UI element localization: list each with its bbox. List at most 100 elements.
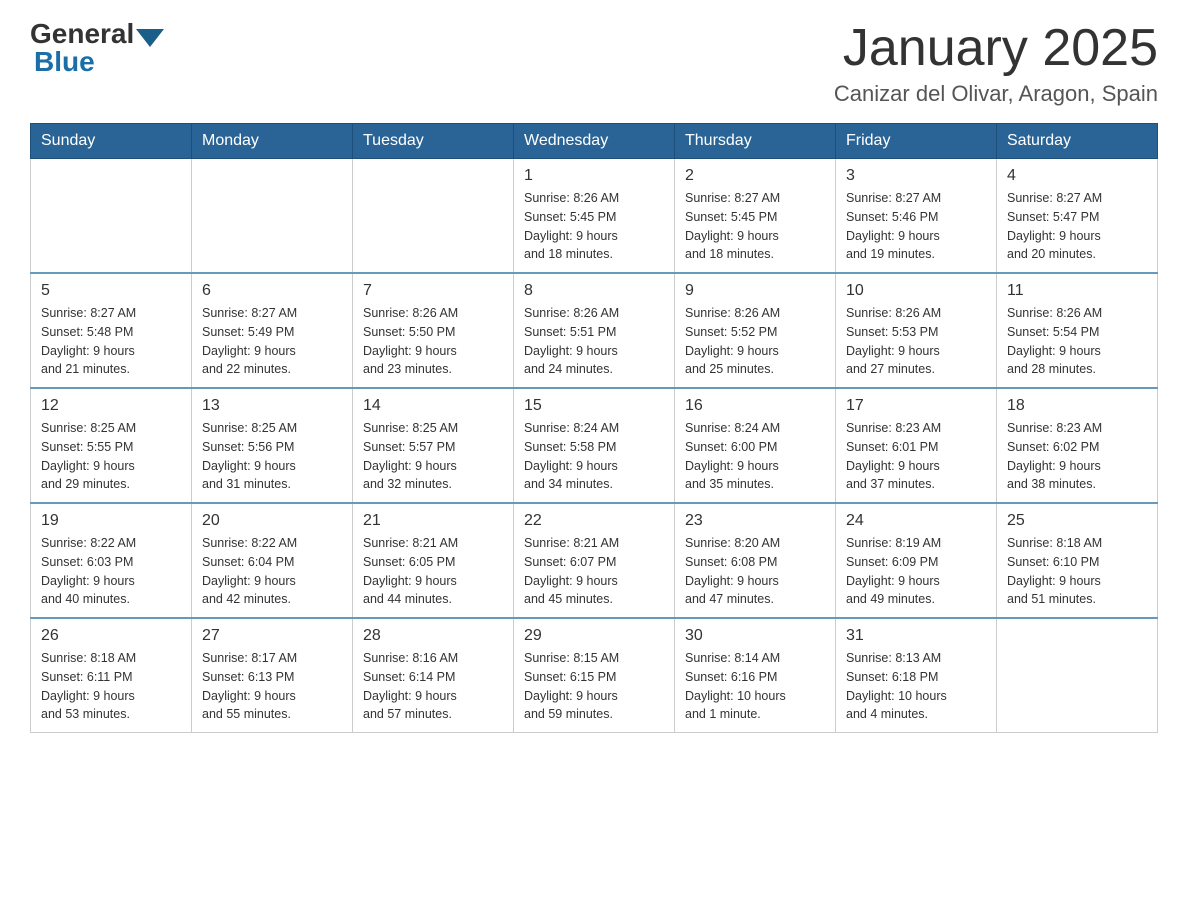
day-info: Sunrise: 8:26 AM Sunset: 5:52 PM Dayligh… bbox=[685, 304, 825, 379]
calendar-cell: 25 Sunrise: 8:18 AM Sunset: 6:10 PM Dayli… bbox=[997, 503, 1158, 618]
calendar-cell: 15 Sunrise: 8:24 AM Sunset: 5:58 PM Dayli… bbox=[514, 388, 675, 503]
weekday-header-thursday: Thursday bbox=[675, 124, 836, 159]
calendar-header-row: SundayMondayTuesdayWednesdayThursdayFrid… bbox=[31, 124, 1158, 159]
weekday-header-monday: Monday bbox=[192, 124, 353, 159]
calendar-cell: 2Sunrise: 8:27 AM Sunset: 5:45 PM Daylig… bbox=[675, 159, 836, 274]
calendar-week-row: 19 Sunrise: 8:22 AM Sunset: 6:03 PM Dayli… bbox=[31, 503, 1158, 618]
day-info: Sunrise: 8:24 AM Sunset: 6:00 PM Dayligh… bbox=[685, 419, 825, 494]
title-section: January 2025 Canizar del Olivar, Aragon,… bbox=[834, 20, 1158, 107]
calendar-cell: 17 Sunrise: 8:23 AM Sunset: 6:01 PM Dayli… bbox=[836, 388, 997, 503]
calendar-cell: 14Sunrise: 8:25 AM Sunset: 5:57 PM Dayli… bbox=[353, 388, 514, 503]
day-number: 8 bbox=[524, 282, 664, 300]
day-info: Sunrise: 8:27 AM Sunset: 5:46 PM Dayligh… bbox=[846, 189, 986, 264]
logo-blue-text: Blue bbox=[34, 46, 95, 77]
day-info: Sunrise: 8:27 AM Sunset: 5:48 PM Dayligh… bbox=[41, 304, 181, 379]
day-info: Sunrise: 8:20 AM Sunset: 6:08 PM Dayligh… bbox=[685, 534, 825, 609]
day-info: Sunrise: 8:27 AM Sunset: 5:47 PM Dayligh… bbox=[1007, 189, 1147, 264]
day-info: Sunrise: 8:22 AM Sunset: 6:03 PM Dayligh… bbox=[41, 534, 181, 609]
day-number: 17 bbox=[846, 397, 986, 415]
day-info: Sunrise: 8:25 AM Sunset: 5:55 PM Dayligh… bbox=[41, 419, 181, 494]
day-info: Sunrise: 8:26 AM Sunset: 5:51 PM Dayligh… bbox=[524, 304, 664, 379]
day-info: Sunrise: 8:27 AM Sunset: 5:45 PM Dayligh… bbox=[685, 189, 825, 264]
weekday-header-sunday: Sunday bbox=[31, 124, 192, 159]
calendar-cell: 22 Sunrise: 8:21 AM Sunset: 6:07 PM Dayli… bbox=[514, 503, 675, 618]
location-title: Canizar del Olivar, Aragon, Spain bbox=[834, 81, 1158, 107]
day-info: Sunrise: 8:23 AM Sunset: 6:01 PM Dayligh… bbox=[846, 419, 986, 494]
logo-general-text: General bbox=[30, 20, 134, 48]
month-title: January 2025 bbox=[834, 20, 1158, 77]
day-info: Sunrise: 8:23 AM Sunset: 6:02 PM Dayligh… bbox=[1007, 419, 1147, 494]
day-number: 5 bbox=[41, 282, 181, 300]
calendar-cell: 3 Sunrise: 8:27 AM Sunset: 5:46 PM Daylig… bbox=[836, 159, 997, 274]
calendar-cell bbox=[31, 159, 192, 274]
day-number: 11 bbox=[1007, 282, 1147, 300]
day-info: Sunrise: 8:14 AM Sunset: 6:16 PM Dayligh… bbox=[685, 649, 825, 724]
calendar-week-row: 12 Sunrise: 8:25 AM Sunset: 5:55 PM Dayli… bbox=[31, 388, 1158, 503]
day-number: 27 bbox=[202, 627, 342, 645]
calendar-cell bbox=[997, 618, 1158, 733]
weekday-header-wednesday: Wednesday bbox=[514, 124, 675, 159]
day-number: 20 bbox=[202, 512, 342, 530]
day-number: 24 bbox=[846, 512, 986, 530]
calendar-cell bbox=[192, 159, 353, 274]
day-number: 10 bbox=[846, 282, 986, 300]
day-number: 14 bbox=[363, 397, 503, 415]
calendar-cell: 16 Sunrise: 8:24 AM Sunset: 6:00 PM Dayli… bbox=[675, 388, 836, 503]
calendar-cell: 20 Sunrise: 8:22 AM Sunset: 6:04 PM Dayli… bbox=[192, 503, 353, 618]
day-number: 3 bbox=[846, 167, 986, 185]
logo-triangle-icon bbox=[136, 29, 164, 47]
day-info: Sunrise: 8:18 AM Sunset: 6:10 PM Dayligh… bbox=[1007, 534, 1147, 609]
day-number: 28 bbox=[363, 627, 503, 645]
day-info: Sunrise: 8:24 AM Sunset: 5:58 PM Dayligh… bbox=[524, 419, 664, 494]
day-number: 1 bbox=[524, 167, 664, 185]
page-header: General Blue January 2025 Canizar del Ol… bbox=[30, 20, 1158, 107]
calendar-cell: 8 Sunrise: 8:26 AM Sunset: 5:51 PM Daylig… bbox=[514, 273, 675, 388]
day-number: 15 bbox=[524, 397, 664, 415]
calendar-week-row: 5 Sunrise: 8:27 AM Sunset: 5:48 PM Daylig… bbox=[31, 273, 1158, 388]
day-info: Sunrise: 8:22 AM Sunset: 6:04 PM Dayligh… bbox=[202, 534, 342, 609]
day-number: 29 bbox=[524, 627, 664, 645]
calendar-cell: 5 Sunrise: 8:27 AM Sunset: 5:48 PM Daylig… bbox=[31, 273, 192, 388]
calendar-cell: 7Sunrise: 8:26 AM Sunset: 5:50 PM Daylig… bbox=[353, 273, 514, 388]
day-info: Sunrise: 8:27 AM Sunset: 5:49 PM Dayligh… bbox=[202, 304, 342, 379]
day-info: Sunrise: 8:13 AM Sunset: 6:18 PM Dayligh… bbox=[846, 649, 986, 724]
calendar-week-row: 1Sunrise: 8:26 AM Sunset: 5:45 PM Daylig… bbox=[31, 159, 1158, 274]
day-number: 7 bbox=[363, 282, 503, 300]
weekday-header-friday: Friday bbox=[836, 124, 997, 159]
day-info: Sunrise: 8:26 AM Sunset: 5:54 PM Dayligh… bbox=[1007, 304, 1147, 379]
calendar-cell: 12 Sunrise: 8:25 AM Sunset: 5:55 PM Dayli… bbox=[31, 388, 192, 503]
day-number: 18 bbox=[1007, 397, 1147, 415]
calendar-table: SundayMondayTuesdayWednesdayThursdayFrid… bbox=[30, 123, 1158, 733]
calendar-cell: 11 Sunrise: 8:26 AM Sunset: 5:54 PM Dayli… bbox=[997, 273, 1158, 388]
day-number: 26 bbox=[41, 627, 181, 645]
calendar-cell: 19 Sunrise: 8:22 AM Sunset: 6:03 PM Dayli… bbox=[31, 503, 192, 618]
day-number: 9 bbox=[685, 282, 825, 300]
day-number: 22 bbox=[524, 512, 664, 530]
weekday-header-tuesday: Tuesday bbox=[353, 124, 514, 159]
calendar-cell: 26 Sunrise: 8:18 AM Sunset: 6:11 PM Dayli… bbox=[31, 618, 192, 733]
calendar-cell: 30 Sunrise: 8:14 AM Sunset: 6:16 PM Dayli… bbox=[675, 618, 836, 733]
calendar-cell: 28 Sunrise: 8:16 AM Sunset: 6:14 PM Dayli… bbox=[353, 618, 514, 733]
day-info: Sunrise: 8:26 AM Sunset: 5:53 PM Dayligh… bbox=[846, 304, 986, 379]
day-number: 16 bbox=[685, 397, 825, 415]
day-info: Sunrise: 8:21 AM Sunset: 6:07 PM Dayligh… bbox=[524, 534, 664, 609]
day-info: Sunrise: 8:18 AM Sunset: 6:11 PM Dayligh… bbox=[41, 649, 181, 724]
day-number: 25 bbox=[1007, 512, 1147, 530]
weekday-header-saturday: Saturday bbox=[997, 124, 1158, 159]
calendar-cell: 13Sunrise: 8:25 AM Sunset: 5:56 PM Dayli… bbox=[192, 388, 353, 503]
day-number: 31 bbox=[846, 627, 986, 645]
day-number: 12 bbox=[41, 397, 181, 415]
day-number: 19 bbox=[41, 512, 181, 530]
day-number: 30 bbox=[685, 627, 825, 645]
calendar-cell: 23Sunrise: 8:20 AM Sunset: 6:08 PM Dayli… bbox=[675, 503, 836, 618]
day-number: 4 bbox=[1007, 167, 1147, 185]
calendar-week-row: 26 Sunrise: 8:18 AM Sunset: 6:11 PM Dayli… bbox=[31, 618, 1158, 733]
calendar-cell: 18 Sunrise: 8:23 AM Sunset: 6:02 PM Dayli… bbox=[997, 388, 1158, 503]
day-info: Sunrise: 8:16 AM Sunset: 6:14 PM Dayligh… bbox=[363, 649, 503, 724]
logo: General Blue bbox=[30, 20, 166, 76]
day-info: Sunrise: 8:21 AM Sunset: 6:05 PM Dayligh… bbox=[363, 534, 503, 609]
day-number: 21 bbox=[363, 512, 503, 530]
calendar-cell: 4 Sunrise: 8:27 AM Sunset: 5:47 PM Daylig… bbox=[997, 159, 1158, 274]
calendar-cell bbox=[353, 159, 514, 274]
calendar-cell: 1Sunrise: 8:26 AM Sunset: 5:45 PM Daylig… bbox=[514, 159, 675, 274]
